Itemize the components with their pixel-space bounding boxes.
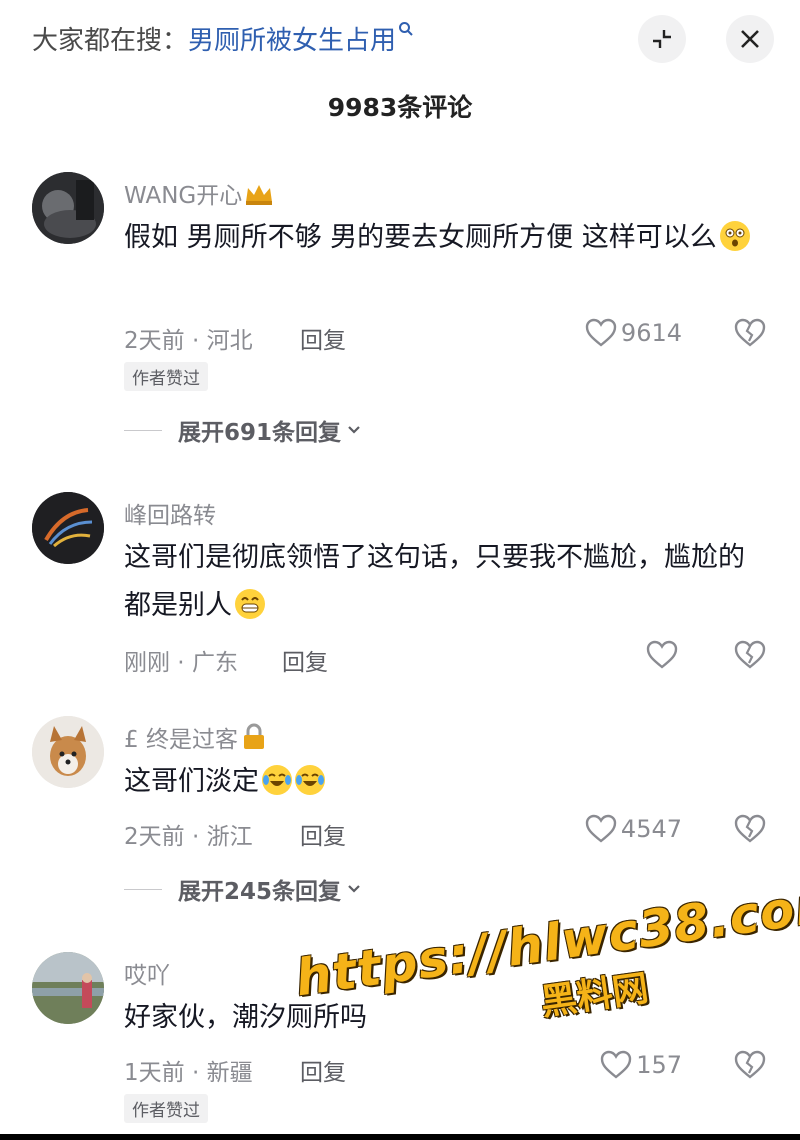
heart-icon	[600, 1050, 632, 1079]
comment-time: 1天前	[124, 1060, 185, 1086]
divider	[124, 888, 162, 890]
like-button[interactable]: 157	[600, 1050, 682, 1080]
comment-username[interactable]: 哎吖	[124, 956, 170, 990]
broken-heart-icon	[734, 318, 766, 347]
dislike-button[interactable]	[734, 814, 766, 846]
author-liked-badge: 作者赞过	[124, 362, 208, 391]
reply-button[interactable]: 回复	[300, 817, 346, 851]
broken-heart-icon	[734, 814, 766, 843]
bottom-edge	[0, 1134, 800, 1140]
comment-location: 广东	[191, 650, 238, 676]
like-count: 9614	[620, 319, 682, 347]
comment-location: 浙江	[206, 824, 253, 850]
comment-username[interactable]: WANG开心	[124, 176, 274, 210]
avatar[interactable]	[32, 492, 104, 564]
avatar[interactable]	[32, 952, 104, 1024]
heart-icon	[585, 814, 617, 843]
reply-button[interactable]: 回复	[282, 643, 328, 677]
comment-count-title: 9983条评论	[327, 93, 473, 122]
chevron-down-icon	[348, 885, 360, 893]
reply-button[interactable]: 回复	[300, 321, 346, 355]
avatar[interactable]	[32, 172, 104, 244]
top-bar: 大家都在搜：男厕所被女生占用	[0, 0, 800, 80]
crying-laughing-emoji	[295, 765, 325, 795]
heart-icon	[585, 318, 617, 347]
crying-laughing-emoji	[262, 765, 292, 795]
chevron-down-icon	[348, 426, 360, 434]
close-icon	[741, 30, 759, 48]
close-button[interactable]	[726, 15, 774, 63]
dislike-button[interactable]	[734, 1050, 766, 1082]
expand-replies-button[interactable]: 展开691条回复	[124, 413, 363, 447]
comment-text: 这哥们淡定	[124, 758, 764, 806]
search-suggestion-prefix: 大家都在搜：	[32, 26, 189, 56]
comment-meta: 2天前 · 浙江	[124, 824, 253, 850]
heart-icon	[646, 640, 678, 669]
dislike-button[interactable]	[734, 640, 766, 672]
comment-meta: 2天前 · 河北	[124, 328, 253, 354]
crown-icon	[246, 185, 273, 205]
comment-text: 这哥们是彻底领悟了这句话，只要我不尴尬，尴尬的都是别人	[124, 542, 745, 621]
like-button[interactable]: 9614	[585, 318, 682, 348]
collapse-button[interactable]	[638, 15, 686, 63]
comment-location: 河北	[206, 328, 253, 354]
divider	[124, 429, 162, 431]
dizzy-face-emoji	[719, 221, 750, 251]
author-liked-badge: 作者赞过	[124, 1094, 208, 1123]
comment-time: 刚刚	[124, 650, 170, 676]
broken-heart-icon	[734, 1050, 766, 1079]
dislike-button[interactable]	[734, 318, 766, 350]
search-suggestion[interactable]: 大家都在搜：男厕所被女生占用	[32, 20, 414, 57]
lock-icon	[243, 723, 264, 749]
like-button[interactable]: 4547	[585, 814, 682, 844]
comment-text: 假如 男厕所不够 男的要去女厕所方便 这样可以么	[124, 214, 764, 262]
grinning-emoji	[235, 589, 265, 619]
comment-time: 2天前	[124, 328, 185, 354]
search-icon	[399, 22, 413, 36]
comment-location: 新疆	[206, 1060, 253, 1086]
comment-meta: 1天前 · 新疆	[124, 1060, 253, 1086]
broken-heart-icon	[734, 640, 766, 669]
comment-time: 2天前	[124, 824, 185, 850]
like-count: 4547	[620, 815, 682, 843]
avatar[interactable]	[32, 716, 104, 788]
comment-meta: 刚刚 · 广东	[124, 650, 238, 676]
collapse-icon	[653, 30, 671, 48]
expand-replies-button[interactable]: 展开245条回复	[124, 872, 363, 906]
comment-username[interactable]: 峰回路转	[124, 496, 216, 530]
like-button[interactable]	[646, 640, 682, 670]
comment-username[interactable]: £ 终是过客	[124, 720, 267, 754]
search-suggestion-keyword[interactable]: 男厕所被女生占用	[188, 26, 396, 56]
like-count: 157	[636, 1051, 682, 1079]
